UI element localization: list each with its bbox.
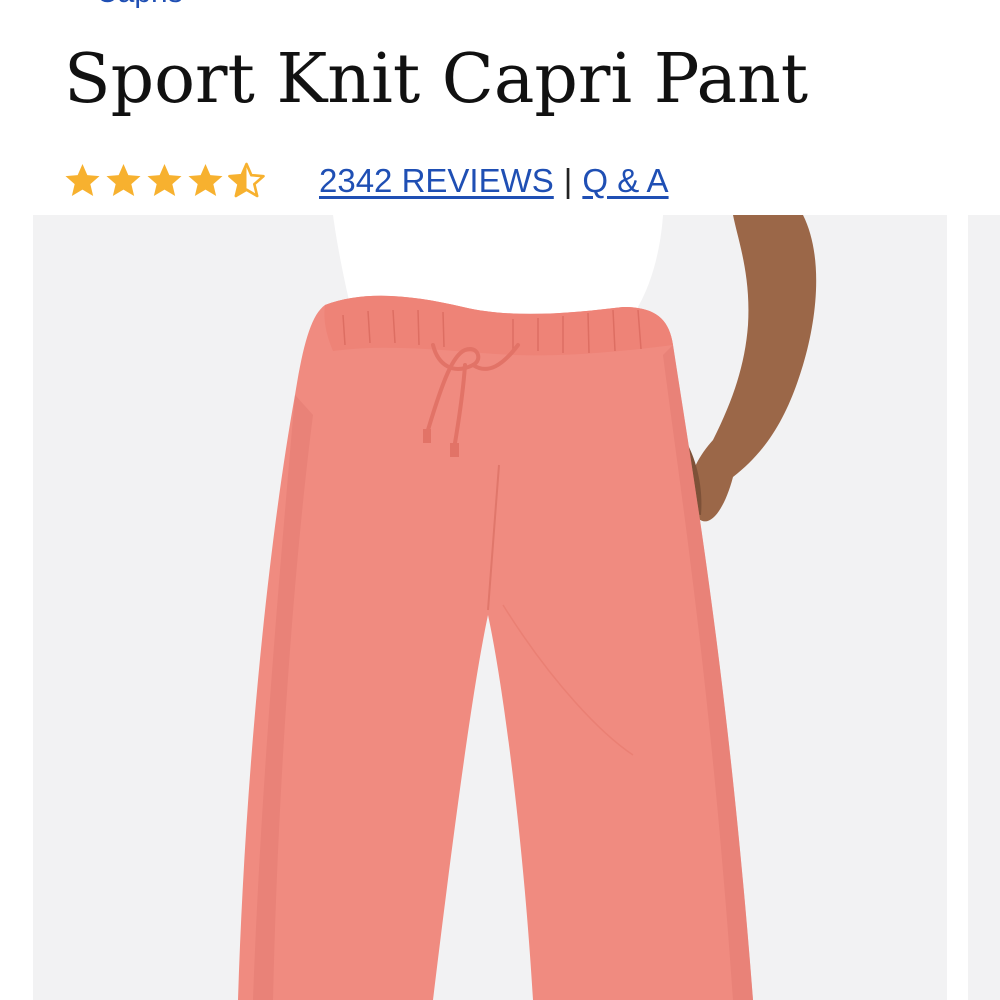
star-icon [147, 164, 182, 196]
product-page: Capris Sport Knit Capri Pant 2342 REVIEW… [0, 0, 1000, 1000]
breadcrumb[interactable]: Capris [64, 0, 183, 10]
half-star-icon [228, 162, 265, 198]
breadcrumb-label[interactable]: Capris [96, 0, 183, 10]
product-title: Sport Knit Capri Pant [64, 40, 809, 119]
star-icon [106, 164, 141, 196]
star-icon [188, 164, 223, 196]
next-image-preview[interactable] [968, 215, 1000, 1000]
qa-link[interactable]: Q & A [582, 162, 668, 200]
product-image[interactable] [33, 215, 947, 1000]
coral-capri-pants-photo [238, 215, 817, 1000]
rating-row: 2342 REVIEWS | Q & A [62, 158, 669, 204]
link-separator: | [563, 162, 573, 199]
star-icon [65, 164, 100, 196]
star-rating[interactable] [62, 161, 267, 201]
reviews-link[interactable]: 2342 REVIEWS [319, 162, 554, 200]
image-gallery[interactable] [0, 215, 1000, 1000]
